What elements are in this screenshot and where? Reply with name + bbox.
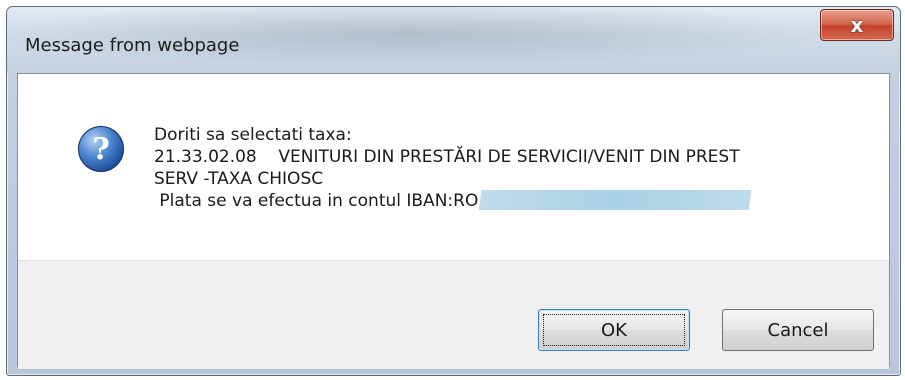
button-bar: OK Cancel <box>18 260 889 369</box>
iban-label: Plata se va efectua in contul IBAN:RO <box>154 191 479 211</box>
message-line: Doriti sa selectati taxa: <box>154 125 352 145</box>
title-bar[interactable]: Message from webpage x <box>7 7 900 73</box>
focus-rectangle <box>543 314 685 346</box>
dialog-body: ? Doriti sa selectati taxa: 21.33.02.08 … <box>17 73 890 369</box>
ok-button[interactable]: OK <box>538 309 690 351</box>
cancel-button-label: Cancel <box>767 319 829 341</box>
close-icon: x <box>850 13 864 37</box>
dialog-window: Message from webpage x ? Doriti sa selec… <box>6 6 901 376</box>
message-area: ? Doriti sa selectati taxa: 21.33.02.08 … <box>18 74 889 260</box>
redacted-iban <box>478 190 752 210</box>
message-line-iban: Plata se va efectua in contul IBAN:RO <box>154 190 752 212</box>
message-line: SERV -TAXA CHIOSC <box>154 169 324 189</box>
message-line: 21.33.02.08 VENITURI DIN PRESTĂRI DE SER… <box>154 147 740 167</box>
message-text: Doriti sa selectati taxa: 21.33.02.08 VE… <box>154 124 752 212</box>
dialog-title: Message from webpage <box>25 35 240 56</box>
cancel-button[interactable]: Cancel <box>722 309 874 351</box>
close-button[interactable]: x <box>820 9 894 41</box>
question-icon: ? <box>78 126 124 172</box>
